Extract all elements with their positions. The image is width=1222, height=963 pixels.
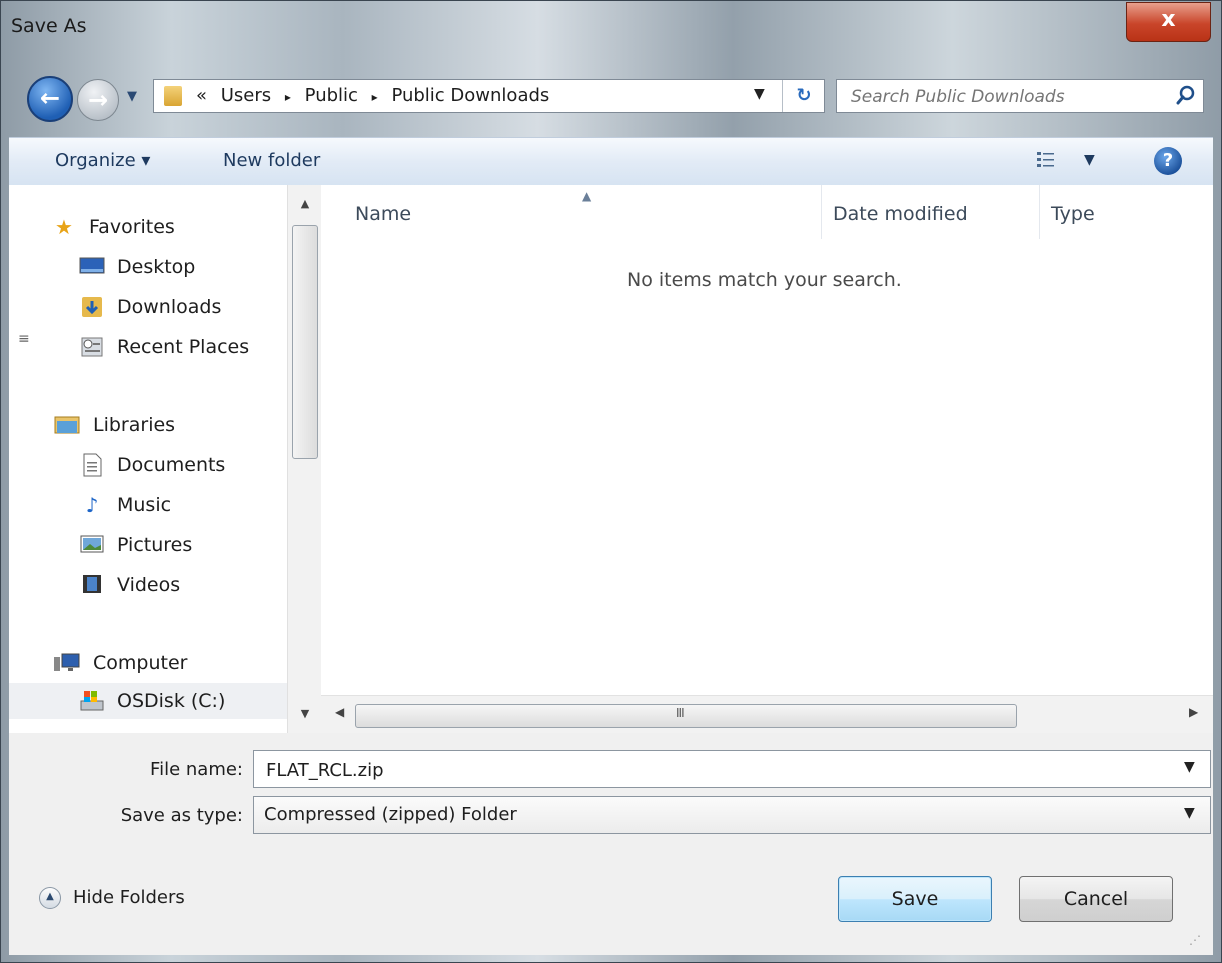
sidebar-item-desktop[interactable]: Desktop <box>9 249 287 285</box>
address-bar[interactable]: « Users ▸ Public ▸ Public Downloads ▼ ↻ <box>153 79 825 113</box>
scroll-up-icon[interactable]: ▲ <box>288 197 322 210</box>
scrollbar-thumb[interactable]: III <box>355 704 1017 728</box>
sidebar-item-music[interactable]: ♪ Music <box>9 487 287 523</box>
sidebar-item-recent-places[interactable]: Recent Places <box>9 329 287 365</box>
command-toolbar: Organize ▾ New folder ▼ ? <box>9 137 1213 187</box>
pictures-icon <box>79 533 105 557</box>
sidebar-item-label: Computer <box>93 652 188 674</box>
sidebar-item-pictures[interactable]: Pictures <box>9 527 287 563</box>
file-name-combo[interactable]: ▼ <box>253 750 1211 788</box>
sort-ascending-icon: ▲ <box>582 189 592 203</box>
cancel-button[interactable]: Cancel <box>1019 876 1173 922</box>
documents-icon <box>79 453 105 477</box>
save-options-area: File name: ▼ Save as type: Compressed (z… <box>9 733 1213 955</box>
search-icon[interactable] <box>1175 84 1197 106</box>
breadcrumb: « Users ▸ Public ▸ Public Downloads <box>196 85 557 106</box>
save-as-type-value: Compressed (zipped) Folder <box>264 804 517 825</box>
back-arrow-icon: ← <box>39 84 61 112</box>
sidebar-item-favorites[interactable]: ★ Favorites <box>9 209 287 245</box>
save-as-type-label: Save as type: <box>120 805 243 826</box>
sidebar-item-computer[interactable]: Computer <box>9 645 287 681</box>
breadcrumb-separator-icon[interactable]: ▸ <box>285 90 291 104</box>
file-name-label: File name: <box>150 759 243 780</box>
empty-results-message: No items match your search. <box>627 269 902 291</box>
search-input[interactable] <box>849 84 1163 110</box>
address-dropdown-icon[interactable]: ▼ <box>754 86 765 102</box>
star-icon: ★ <box>55 215 73 239</box>
sidebar-item-label: Videos <box>117 574 181 596</box>
column-divider[interactable] <box>821 185 822 239</box>
resize-grip-icon[interactable]: ⋰ <box>1189 933 1201 947</box>
sidebar-item-label: Documents <box>117 454 226 476</box>
folder-icon <box>164 86 182 106</box>
videos-icon <box>79 573 105 597</box>
navigation-pane: ★ Favorites Desktop Downloads Recent Pla… <box>9 185 287 733</box>
computer-icon <box>53 651 80 675</box>
close-button[interactable]: x <box>1126 2 1211 42</box>
music-icon: ♪ <box>85 493 99 517</box>
view-options-icon[interactable] <box>1036 150 1056 170</box>
sidebar-item-osdisk[interactable]: OSDisk (C:) <box>9 683 287 719</box>
breadcrumb-public-downloads[interactable]: Public Downloads <box>391 85 549 106</box>
sidebar-item-documents[interactable]: Documents <box>9 447 287 483</box>
sidebar-item-label: OSDisk (C:) <box>117 690 226 712</box>
forward-arrow-icon: → <box>87 86 109 114</box>
recent-places-icon <box>79 335 105 359</box>
sidebar-item-label: Downloads <box>117 296 222 318</box>
back-button[interactable]: ← <box>27 76 73 122</box>
sidebar-item-videos[interactable]: Videos <box>9 567 287 603</box>
pane-splitter-grip: ≡ <box>18 331 30 347</box>
view-dropdown-icon[interactable]: ▼ <box>1084 152 1095 168</box>
search-box[interactable] <box>836 79 1204 113</box>
save-as-type-dropdown-icon[interactable]: ▼ <box>1184 805 1195 821</box>
libraries-icon <box>53 413 80 437</box>
window-title: Save As <box>11 15 87 37</box>
sidebar-item-label: Music <box>117 494 172 516</box>
horizontal-scrollbar[interactable]: ◀ III ▶ <box>321 695 1213 734</box>
column-header-type[interactable]: Type <box>1051 203 1095 225</box>
forward-button[interactable]: → <box>77 79 119 121</box>
save-as-type-select[interactable]: Compressed (zipped) Folder ▼ <box>253 796 1211 834</box>
sidebar-item-label: Libraries <box>93 414 176 436</box>
hide-folders-label: Hide Folders <box>73 887 185 908</box>
sidebar-item-label: Pictures <box>117 534 193 556</box>
file-name-dropdown-icon[interactable]: ▼ <box>1184 759 1195 775</box>
column-header-name[interactable]: Name <box>355 203 411 225</box>
scrollbar-thumb[interactable] <box>292 225 318 459</box>
title-bar: Save As x <box>1 1 1222 65</box>
downloads-icon <box>79 295 105 319</box>
recent-locations-dropdown-icon[interactable]: ▼ <box>127 89 137 104</box>
refresh-icon[interactable]: ↻ <box>782 80 825 112</box>
content-area: ★ Favorites Desktop Downloads Recent Pla… <box>9 185 1213 734</box>
scrollbar-grip: III <box>676 706 685 720</box>
save-button[interactable]: Save <box>838 876 992 922</box>
collapse-icon: ▲ <box>39 887 61 909</box>
organize-button[interactable]: Organize ▾ <box>55 150 150 171</box>
breadcrumb-users[interactable]: Users <box>221 85 271 106</box>
scroll-left-icon[interactable]: ◀ <box>335 705 344 719</box>
desktop-icon <box>79 255 105 279</box>
file-list-pane: ▲ Name Date modified Type No items match… <box>321 185 1213 734</box>
breadcrumb-separator-icon[interactable]: ▸ <box>372 90 378 104</box>
sidebar-item-label: Desktop <box>117 256 196 278</box>
breadcrumb-public[interactable]: Public <box>305 85 358 106</box>
sidebar-item-label: Recent Places <box>117 336 250 358</box>
close-icon: x <box>1161 7 1176 32</box>
file-name-input[interactable] <box>264 756 1168 784</box>
column-divider[interactable] <box>1039 185 1040 239</box>
sidebar-item-libraries[interactable]: Libraries <box>9 407 287 443</box>
new-folder-button[interactable]: New folder <box>223 150 320 171</box>
sidebar-item-downloads[interactable]: Downloads <box>9 289 287 325</box>
scroll-down-icon[interactable]: ▼ <box>288 707 322 720</box>
navigation-pane-scrollbar[interactable]: ▲ ▼ <box>287 185 323 733</box>
column-header-date-modified[interactable]: Date modified <box>833 203 968 225</box>
scroll-right-icon[interactable]: ▶ <box>1189 705 1198 719</box>
drive-icon <box>79 689 105 713</box>
sidebar-item-label: Favorites <box>89 216 175 238</box>
save-as-dialog: Save As x ← → ▼ « Users ▸ Public ▸ Publi… <box>0 0 1222 963</box>
breadcrumb-overflow[interactable]: « <box>196 85 207 106</box>
help-icon[interactable]: ? <box>1154 147 1182 175</box>
